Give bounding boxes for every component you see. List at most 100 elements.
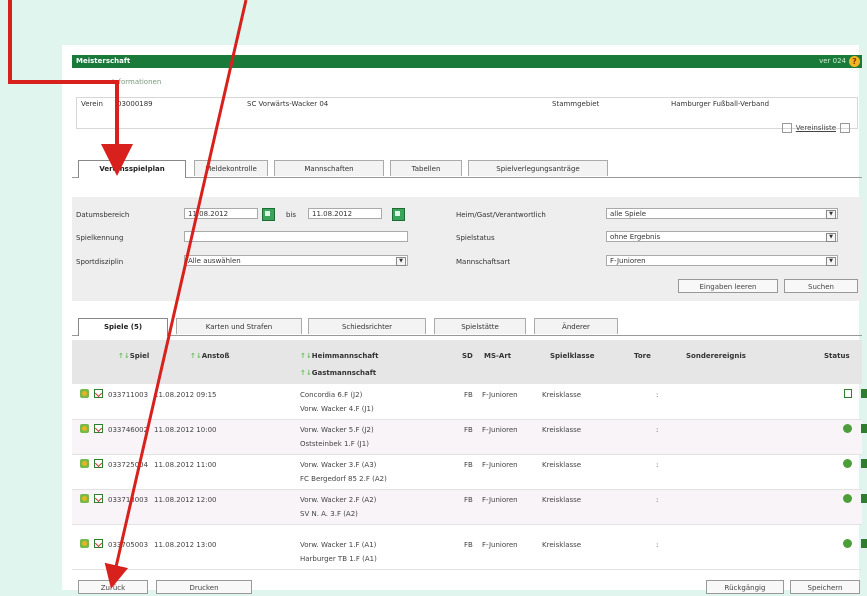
cell-anstoss: 11.08.2012 13:00 (154, 541, 217, 549)
cell-heim: Vorw. Wacker 1.F (A1) (300, 541, 377, 549)
vereinsliste-link[interactable]: Vereinsliste (796, 124, 836, 132)
tab-vereinsspielplan[interactable]: Vereinsspielplan (78, 160, 186, 178)
cell-sd: FB (464, 461, 473, 469)
status-icon[interactable] (843, 494, 852, 503)
report-icon[interactable] (94, 389, 103, 398)
status-icon[interactable] (861, 459, 867, 468)
table-row[interactable]: 033713003 11.08.2012 12:00 Vorw. Wacker … (72, 490, 867, 525)
tab-schiedsrichter[interactable]: Schiedsrichter (308, 318, 426, 334)
chevron-down-icon[interactable]: ▼ (826, 257, 836, 266)
col-sonderereignis[interactable]: Sonderereignis (686, 352, 746, 360)
chevron-down-icon[interactable]: ▼ (826, 210, 836, 219)
col-status[interactable]: Status (824, 352, 850, 360)
cell-sd: FB (464, 541, 473, 549)
cell-spiel[interactable]: 033711003 (108, 391, 148, 399)
col-anstoss[interactable]: ↑↓Anstoß (190, 352, 230, 360)
search-button[interactable]: Suchen (784, 279, 858, 293)
mannschaftsart-value: F-Junioren (610, 257, 646, 265)
report-icon[interactable] (94, 459, 103, 468)
col-gastmannschaft[interactable]: ↑↓Gastmannschaft (300, 369, 376, 377)
verein-id: 03000189 (117, 100, 153, 108)
table-row[interactable]: 033725004 11.08.2012 11:00 Vorw. Wacker … (72, 455, 867, 490)
verband-name: Hamburger Fußball-Verband (671, 100, 770, 108)
status-icon[interactable] (861, 539, 867, 548)
version-label: ver 024 (819, 57, 846, 65)
edit-game-icon[interactable] (80, 424, 89, 433)
save-button[interactable]: Speichern (790, 580, 860, 594)
undo-button[interactable]: Rückgängig (706, 580, 784, 594)
calendar-icon[interactable] (262, 208, 275, 221)
mannschaftsart-select[interactable]: F-Junioren ▼ (606, 255, 838, 266)
tab-spielverlegungsantraege[interactable]: Spielverlegungsanträge (468, 160, 608, 176)
cell-sd: FB (464, 426, 473, 434)
date-to-input[interactable]: 11.08.2012 (308, 208, 382, 219)
cell-gast: Oststeinbek 1.F (J1) (300, 440, 369, 448)
heim-gast-value: alle Spiele (610, 210, 647, 218)
calendar-icon[interactable] (392, 208, 405, 221)
clear-inputs-button[interactable]: Eingaben leeren (678, 279, 778, 293)
report-icon[interactable] (94, 539, 103, 548)
status-icon[interactable] (843, 459, 852, 468)
heim-gast-label: Heim/Gast/Verantwortlich (456, 211, 546, 219)
chevron-down-icon[interactable]: ▼ (826, 233, 836, 242)
tab-spielstaette[interactable]: Spielstätte (434, 318, 526, 334)
status-icon[interactable] (861, 389, 867, 398)
cell-heim: Concordia 6.F (J2) (300, 391, 363, 399)
sportdisziplin-select[interactable]: Alle auswählen ▼ (184, 255, 408, 266)
main-tab-bar: Vereinsspielplan Meldekontrolle Mannscha… (72, 160, 862, 178)
status-icon[interactable] (843, 424, 852, 433)
col-spielklasse[interactable]: Spielklasse (550, 352, 594, 360)
window-titlebar: Meisterschaft ver 024 ? (72, 55, 862, 68)
tab-mannschaften[interactable]: Mannschaften (274, 160, 384, 176)
phone-icon[interactable] (844, 389, 852, 398)
col-tore[interactable]: Tore (634, 352, 651, 360)
status-icon[interactable] (861, 494, 867, 503)
status-icon[interactable] (843, 539, 852, 548)
tab-spiele[interactable]: Spiele (5) (78, 318, 168, 336)
checkbox-icon[interactable] (781, 123, 792, 133)
table-row[interactable]: 033746002 11.08.2012 10:00 Vorw. Wacker … (72, 420, 867, 455)
sportdisziplin-label: Sportdisziplin (76, 258, 124, 266)
cell-spielklasse: Kreisklasse (542, 541, 582, 549)
cell-spiel[interactable]: 033705003 (108, 541, 148, 549)
tab-meldekontrolle[interactable]: Meldekontrolle (194, 160, 268, 176)
date-from-input[interactable]: 11.08.2012 (184, 208, 258, 219)
status-icon[interactable] (861, 424, 867, 433)
print-button[interactable]: Drucken (156, 580, 252, 594)
tab-aenderer[interactable]: Änderer (534, 318, 618, 334)
verein-name: SC Vorwärts-Wacker 04 (247, 100, 329, 108)
back-button[interactable]: Zurück (78, 580, 148, 594)
chevron-down-icon[interactable]: ▼ (396, 257, 406, 266)
col-heimmannschaft[interactable]: ↑↓Heimmannschaft (300, 352, 378, 360)
report-icon[interactable] (94, 494, 103, 503)
edit-game-icon[interactable] (80, 459, 89, 468)
spielkennung-input[interactable] (184, 231, 408, 242)
cell-spiel[interactable]: 033746002 (108, 426, 148, 434)
edit-game-icon[interactable] (80, 539, 89, 548)
checkbox-icon[interactable] (840, 123, 850, 133)
report-icon[interactable] (94, 424, 103, 433)
cell-gast: SV N. A. 3.F (A2) (300, 510, 358, 518)
col-ms-art[interactable]: MS-Art (484, 352, 511, 360)
cell-gast: Harburger TB 1.F (A1) (300, 555, 377, 563)
help-icon[interactable]: ? (849, 56, 860, 67)
tab-karten-strafen[interactable]: Karten und Strafen (176, 318, 302, 334)
edit-game-icon[interactable] (80, 389, 89, 398)
edit-game-icon[interactable] (80, 494, 89, 503)
cell-tore: : (656, 391, 659, 399)
table-row[interactable]: 033705003 11.08.2012 13:00 Vorw. Wacker … (72, 535, 867, 570)
spielstatus-select[interactable]: ohne Ergebnis ▼ (606, 231, 838, 242)
heim-gast-select[interactable]: alle Spiele ▼ (606, 208, 838, 219)
cell-spiel[interactable]: 033713003 (108, 496, 148, 504)
cell-heim: Vorw. Wacker 2.F (A2) (300, 496, 377, 504)
table-row[interactable]: 033711003 11.08.2012 09:15 Concordia 6.F… (72, 385, 867, 420)
tab-tabellen[interactable]: Tabellen (390, 160, 462, 176)
col-sd[interactable]: SD (462, 352, 473, 360)
cell-tore: : (656, 461, 659, 469)
cell-spielklasse: Kreisklasse (542, 391, 582, 399)
cell-spiel[interactable]: 033725004 (108, 461, 148, 469)
background-frame-left (0, 0, 62, 596)
cell-spielklasse: Kreisklasse (542, 426, 582, 434)
spielstatus-value: ohne Ergebnis (610, 233, 661, 241)
col-spiel[interactable]: ↑↓Spiel (118, 352, 149, 360)
